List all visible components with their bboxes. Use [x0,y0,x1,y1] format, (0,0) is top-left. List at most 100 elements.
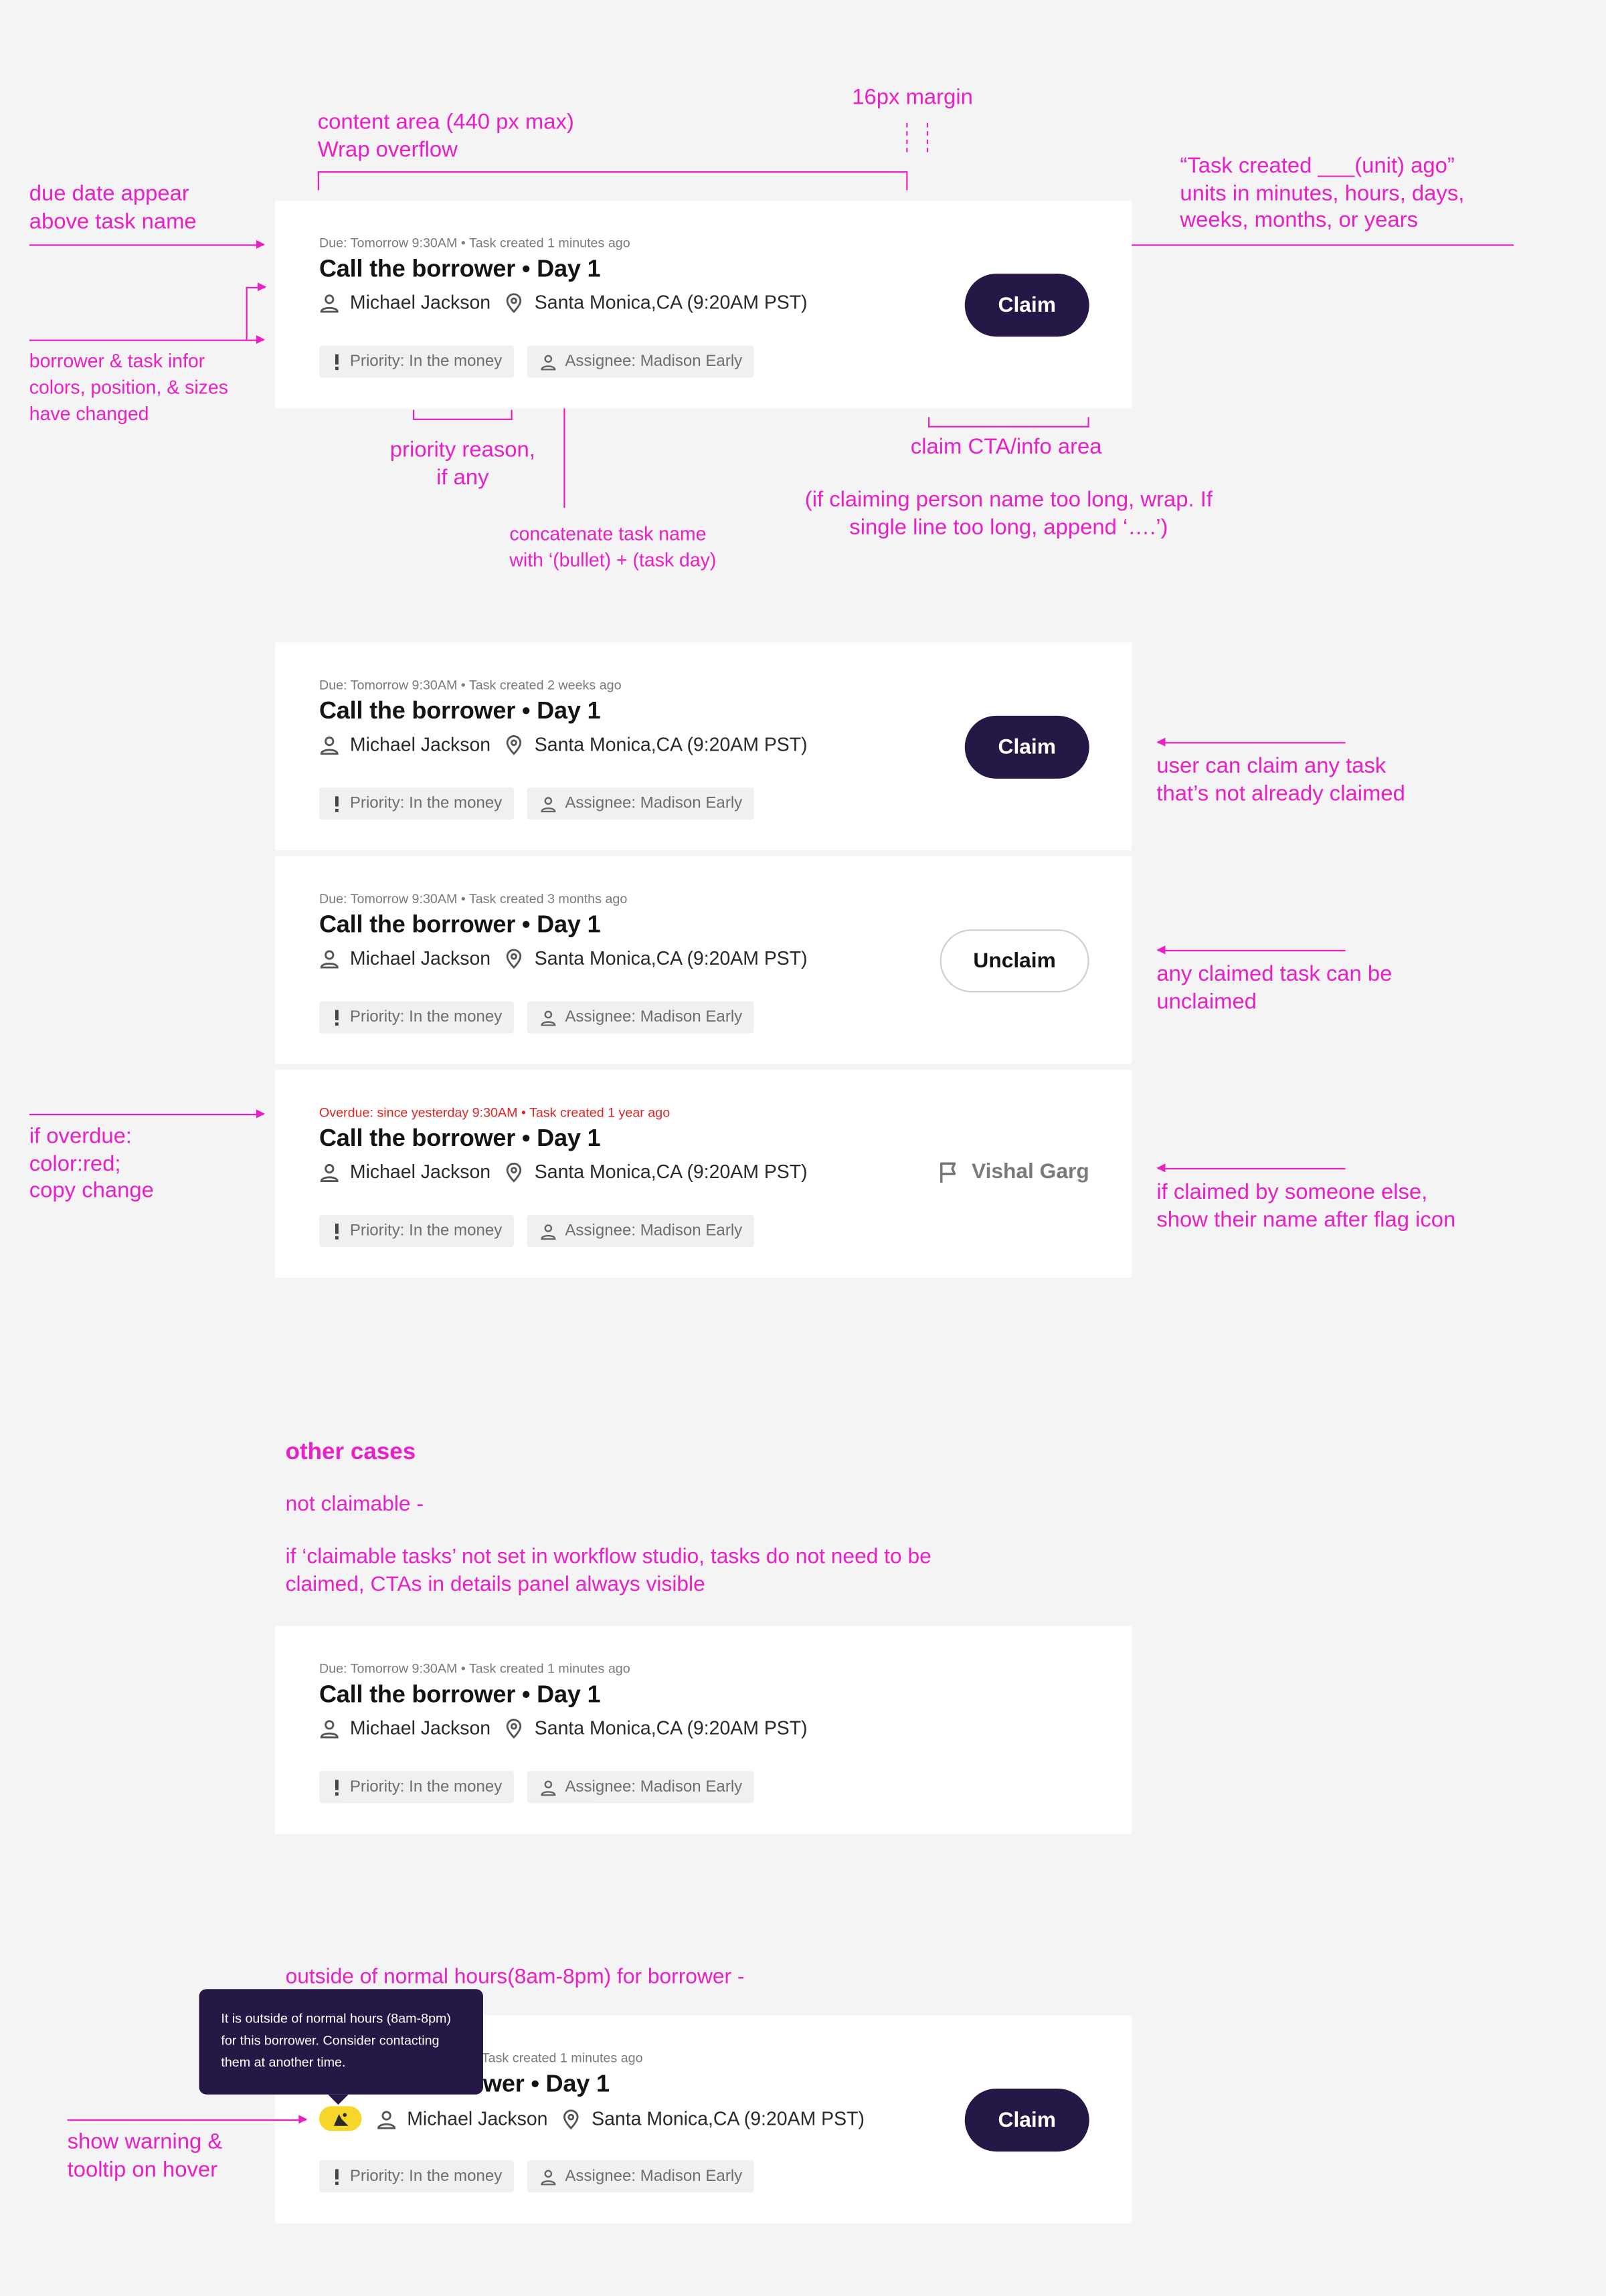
task-meta-overdue: Overdue: since yesterday 9:30AM • Task c… [319,1105,671,1120]
priority-label: Priority: In the money [349,1778,503,1796]
task-title: Call the borrower • Day 1 [319,911,601,939]
borrower-location: Santa Monica,CA (9:20AM PST) [534,1717,808,1739]
task-card[interactable]: Due: Tomorrow 9:30AM • Task created 3 mo… [275,856,1132,1064]
task-card[interactable]: Due: Tomorrow 9:30AM • Task created 2 we… [275,642,1132,851]
claimed-unclaimed-annotation: any claimed task can be unclaimed [1156,961,1393,1014]
task-card-not-claimable[interactable]: Due: Tomorrow 9:30AM • Task created 1 mi… [275,1626,1132,1834]
claim-cta-bracket [928,425,1089,427]
task-chips: Priority: In the money Assignee: Madison… [319,1001,767,1034]
priority-label: Priority: In the money [349,1222,503,1240]
assignee-chip: Assignee: Madison Early [527,1771,754,1804]
borrower-location: Santa Monica,CA (9:20AM PST) [592,2107,865,2130]
person-icon [376,2109,397,2129]
task-card[interactable]: Due: Tomorrow 9:30AM • Task created 1 mi… [275,200,1132,409]
task-chips: Priority: In the money Assignee: Madison… [319,2160,767,2193]
content-area-bracket-right [906,171,908,191]
margin-guide-right [926,122,929,153]
task-title: Call the borrower • Day 1 [319,256,601,283]
priority-bracket [412,418,513,420]
exclamation-icon [333,353,341,369]
priority-chip: Priority: In the money [319,1214,514,1248]
task-meta: Due: Tomorrow 9:30AM • Task created 2 we… [319,677,622,692]
assignee-chip: Assignee: Madison Early [527,2160,754,2193]
person-icon [540,1779,556,1796]
priority-label: Priority: In the money [349,353,503,371]
claimed-someone-annotation: if claimed by someone else, show their n… [1156,1179,1456,1232]
claimed-by-name: Vishal Garg [971,1160,1089,1184]
task-chips: Priority: In the money Assignee: Madison… [319,787,767,820]
priority-chip: Priority: In the money [319,345,514,378]
priority-bracket-right [511,409,513,420]
priority-label: Priority: In the money [349,794,503,813]
not-claimable-label: not claimable - [285,1493,424,1517]
due-date-arrow [29,240,265,249]
due-date-annotation: due date appear above task name [29,181,197,233]
outside-hours-tooltip: It is outside of normal hours (8am-8pm) … [199,1989,483,2105]
task-info: Michael Jackson Santa Monica,CA (9:20AM … [319,947,808,969]
location-pin-icon [504,1717,525,1738]
location-pin-icon [504,292,525,312]
content-area-annotation: content area (440 px max) Wrap overflow [317,110,574,162]
borrower-info-arrow [29,335,265,345]
borrower-info-bracket-arrow [246,282,267,292]
unclaim-button[interactable]: Unclaim [940,929,1089,993]
claim-wrap-annotation: (if claiming person name too long, wrap.… [804,487,1213,540]
exclamation-icon [333,1222,341,1239]
overdue-annotation: if overdue: color:red; copy change [29,1124,154,1204]
location-pin-icon [504,1161,525,1182]
overdue-arrow [29,1109,265,1119]
priority-label: Priority: In the money [349,2168,503,2186]
person-icon [540,1009,556,1026]
location-pin-icon [504,948,525,969]
task-created-annotation: “Task created ___(unit) ago” units in mi… [1180,153,1465,233]
concatenate-annotation: concatenate task name with ‘(bullet) + (… [509,522,717,571]
borrower-name: Michael Jackson [407,2107,548,2130]
task-info: Michael Jackson Santa Monica,CA (9:20AM … [319,2106,865,2131]
priority-label: Priority: In the money [349,1008,503,1026]
task-chips: Priority: In the money Assignee: Madison… [319,1214,767,1248]
task-title: Call the borrower • Day 1 [319,698,601,725]
flag-icon [936,1161,960,1184]
priority-chip: Priority: In the money [319,2160,514,2193]
task-title: wer • Day 1 [482,2071,610,2098]
user-can-claim-annotation: user can claim any task that’s not alrea… [1156,753,1405,806]
other-cases-heading: other cases [285,1440,416,1465]
borrower-name: Michael Jackson [349,1717,491,1739]
assignee-label: Assignee: Madison Early [565,353,743,371]
assignee-label: Assignee: Madison Early [565,794,743,813]
priority-chip: Priority: In the money [319,1771,514,1804]
claim-button[interactable]: Claim [964,274,1089,337]
warning-icon[interactable] [319,2106,362,2131]
exclamation-icon [333,795,341,811]
claimable-note: if ‘claimable tasks’ not set in workflow… [285,1545,931,1596]
task-title: Call the borrower • Day 1 [319,1681,601,1709]
assignee-label: Assignee: Madison Early [565,1008,743,1026]
claim-button[interactable]: Claim [964,2088,1089,2152]
assignee-chip: Assignee: Madison Early [527,787,754,820]
location-pin-icon [504,734,525,755]
assignee-chip: Assignee: Madison Early [527,345,754,378]
assignee-label: Assignee: Madison Early [565,1222,743,1240]
person-icon [540,795,556,812]
spec-canvas: content area (440 px max) Wrap overflow … [0,0,1606,2295]
priority-chip: Priority: In the money [319,787,514,820]
show-warning-annotation: show warning & tooltip on hover [67,2129,223,2182]
person-icon [540,353,556,370]
task-info: Michael Jackson Santa Monica,CA (9:20AM … [319,291,808,313]
claimed-someone-arrow [1156,1163,1346,1173]
person-icon [319,292,340,312]
task-chips: Priority: In the money Assignee: Madison… [319,345,767,378]
task-info: Michael Jackson Santa Monica,CA (9:20AM … [319,733,808,755]
claim-button[interactable]: Claim [964,715,1089,779]
task-chips: Priority: In the money Assignee: Madison… [319,1771,767,1804]
claim-note-arrow [1156,737,1346,747]
borrower-info-bracket-v [246,286,248,340]
borrower-info-annotation: borrower & task infor colors, position, … [29,349,228,425]
person-icon [540,2168,556,2185]
assignee-chip: Assignee: Madison Early [527,1001,754,1034]
task-card-overdue[interactable]: Overdue: since yesterday 9:30AM • Task c… [275,1070,1132,1278]
task-info: Michael Jackson Santa Monica,CA (9:20AM … [319,1161,808,1183]
exclamation-icon [333,1009,341,1026]
margin-annotation: 16px margin [852,84,973,110]
assignee-chip: Assignee: Madison Early [527,1214,754,1248]
